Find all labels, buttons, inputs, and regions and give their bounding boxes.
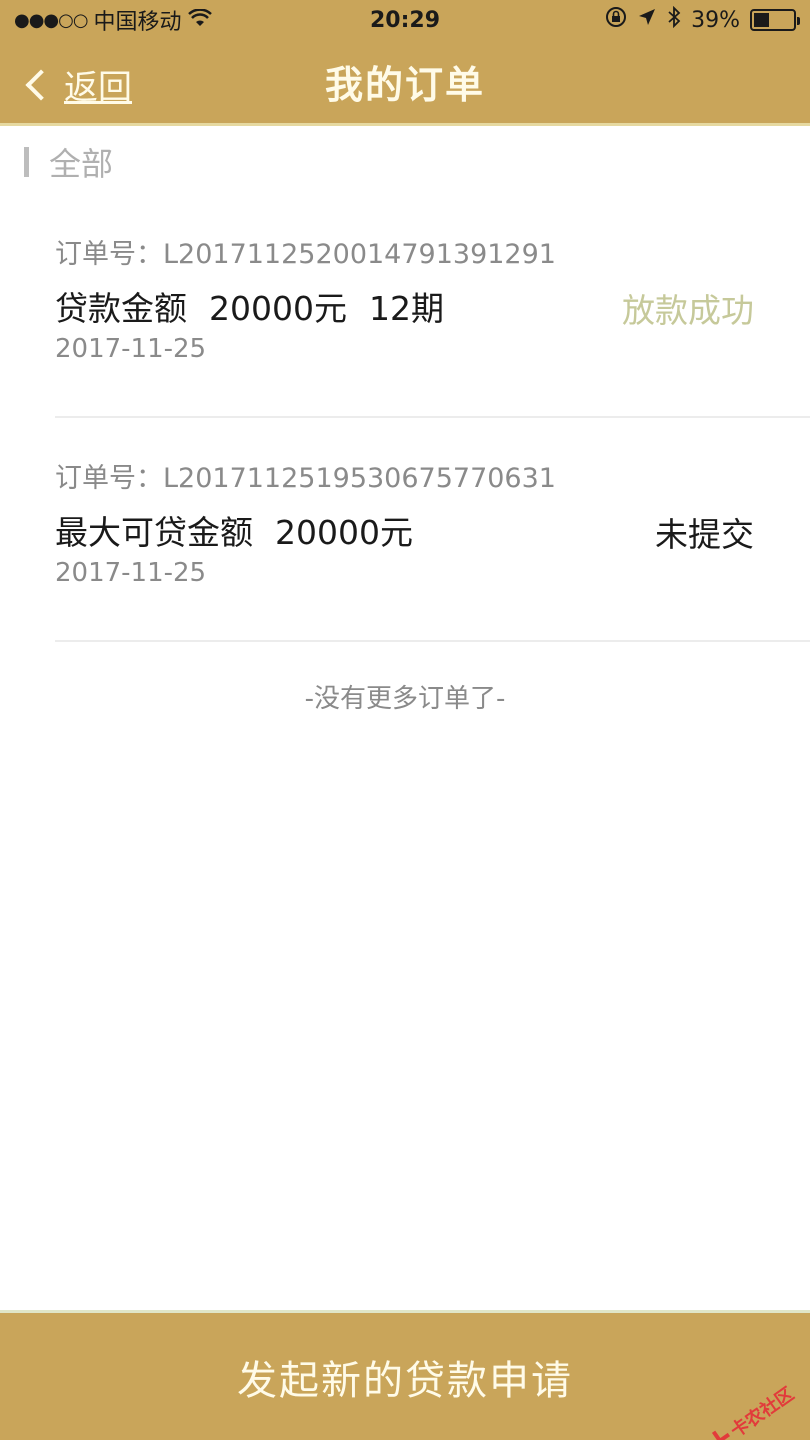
- wifi-icon: [187, 7, 212, 33]
- order-item[interactable]: 订单号：L2017112519530675770631 最大可贷金额 20000元…: [55, 420, 810, 642]
- order-amount-label: 最大可贷金额: [55, 513, 253, 552]
- order-summary: 最大可贷金额 20000元: [55, 506, 435, 554]
- order-amount: 20000元: [209, 289, 347, 328]
- order-status: 未提交: [655, 515, 754, 554]
- order-term: 12期: [368, 289, 444, 328]
- nav-bar: 返回 我的订单: [0, 40, 810, 126]
- status-right: 39%: [605, 5, 800, 34]
- order-date: 2017-11-25: [55, 558, 207, 588]
- carrier-label: 中国移动: [93, 10, 182, 35]
- filter-label: 全部: [49, 145, 114, 183]
- status-left: ●●●○○ 中国移动: [14, 4, 605, 36]
- page-title: 我的订单: [324, 63, 485, 107]
- battery-icon: [750, 9, 800, 31]
- new-loan-application-label: 发起新的贷款申请: [237, 1357, 573, 1404]
- watermark-text: 卡农社区: [726, 1383, 799, 1440]
- filter-indicator: [24, 147, 29, 177]
- order-item[interactable]: 订单号：L2017112520014791391291 贷款金额 20000元 12…: [55, 196, 810, 418]
- rotation-lock-icon: [605, 6, 627, 34]
- order-amount-label: 贷款金额: [55, 289, 187, 328]
- battery-level: [754, 13, 769, 27]
- chevron-left-icon: [25, 68, 57, 101]
- order-summary: 贷款金额 20000元 12期: [55, 282, 466, 330]
- order-date: 2017-11-25: [55, 334, 207, 364]
- location-icon: [637, 7, 657, 33]
- order-amount: 20000元: [275, 513, 413, 552]
- order-number: 订单号：L2017112520014791391291: [55, 239, 556, 270]
- filter-tab-all[interactable]: 全部: [0, 132, 810, 192]
- new-loan-application-button[interactable]: 发起新的贷款申请 卡农社区: [0, 1310, 810, 1440]
- order-status: 放款成功: [622, 291, 754, 330]
- back-label: 返回: [64, 68, 132, 108]
- no-more-orders-text: -没有更多订单了-: [304, 684, 506, 714]
- battery-percent: 39%: [691, 7, 740, 33]
- bluetooth-icon: [667, 5, 681, 34]
- order-number: 订单号：L2017112519530675770631: [55, 463, 556, 494]
- status-bar: ●●●○○ 中国移动 20:29 39%: [0, 0, 810, 40]
- watermark-logo: 卡农社区: [703, 1380, 798, 1440]
- back-button[interactable]: 返回: [24, 60, 132, 109]
- signal-icon: ●●●○○: [14, 9, 89, 31]
